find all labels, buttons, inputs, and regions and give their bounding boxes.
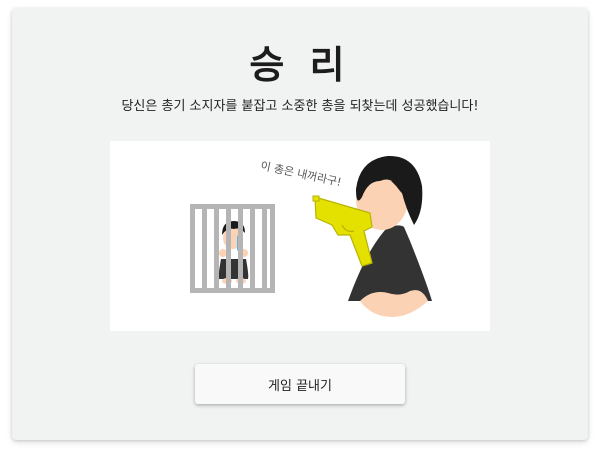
speech-bubble-text: 이 총은 내꺼라구! <box>259 159 342 189</box>
victory-scene: 이 총은 내꺼라구! <box>110 141 490 331</box>
victory-title: 승 리 <box>249 43 351 87</box>
result-card: 승 리 당신은 총기 소지자를 붙잡고 소중한 총을 되찾는데 성공했습니다! <box>12 8 588 440</box>
prisoner-icon <box>218 221 249 284</box>
victory-message: 당신은 총기 소지자를 붙잡고 소중한 총을 되찾는데 성공했습니다! <box>121 99 479 114</box>
end-game-button[interactable]: 게임 끝내기 <box>195 364 405 404</box>
